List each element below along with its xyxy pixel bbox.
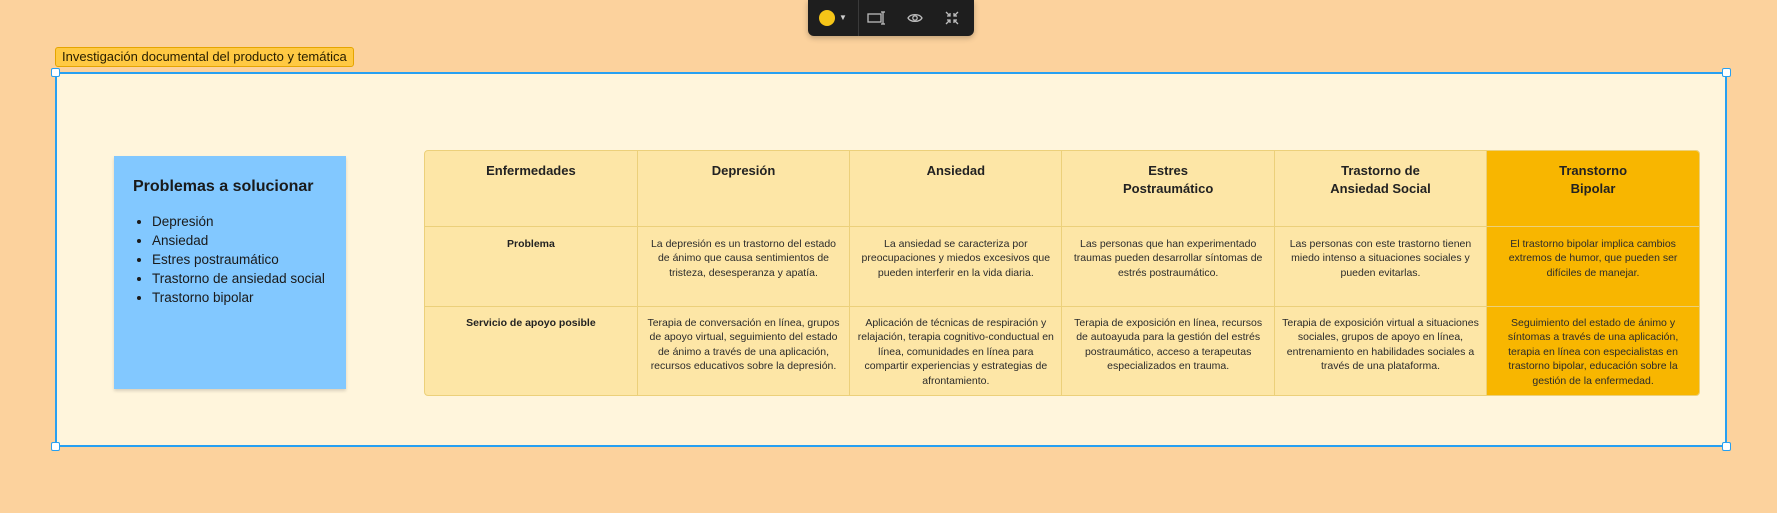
row-label-servicio[interactable]: Servicio de apoyo posible (425, 306, 638, 395)
table-cell[interactable]: Terapia de exposición en línea, recursos… (1061, 306, 1275, 395)
table-cell[interactable]: El trastorno bipolar implica cambios ext… (1486, 226, 1699, 307)
resize-handle-top-right[interactable] (1722, 68, 1731, 77)
eye-icon (906, 13, 923, 23)
table-cell[interactable]: Las personas con este trastorno tienen m… (1274, 226, 1488, 307)
rename-section-button[interactable] (859, 0, 896, 36)
floating-toolbar: ▼ (808, 0, 974, 36)
resize-handle-bottom-left[interactable] (51, 442, 60, 451)
table-cell[interactable]: La ansiedad se caracteriza por preocupac… (849, 226, 1063, 307)
table-cell[interactable]: La depresión es un trastorno del estado … (637, 226, 851, 307)
list-item: Trastorno bipolar (152, 288, 327, 307)
table-row: Servicio de apoyo posible Terapia de con… (425, 306, 1699, 395)
header-cell-enfermedades[interactable]: Enfermedades (425, 151, 638, 227)
toggle-visibility-button[interactable] (896, 0, 933, 36)
header-text: Ansiedad Social (1330, 181, 1431, 196)
table-header-row: Enfermedades Depresión Ansiedad Estres Po… (425, 151, 1699, 227)
header-cell-ansiedad-social[interactable]: Trastorno de Ansiedad Social (1274, 151, 1488, 227)
collapse-section-button[interactable] (933, 0, 970, 36)
header-cell-depresion[interactable]: Depresión (637, 151, 851, 227)
text-rename-icon (866, 11, 885, 25)
research-table[interactable]: Enfermedades Depresión Ansiedad Estres Po… (424, 150, 1700, 396)
header-text: Postraumático (1122, 181, 1214, 196)
header-text: Enfermedades (486, 163, 576, 178)
list-item: Ansiedad (152, 231, 327, 250)
header-text: Transtorno (1559, 163, 1628, 178)
resize-handle-top-left[interactable] (51, 68, 60, 77)
color-swatch-icon (819, 10, 836, 26)
header-cell-bipolar[interactable]: Transtorno Bipolar (1486, 151, 1699, 227)
header-cell-ansiedad[interactable]: Ansiedad (849, 151, 1063, 227)
table-cell[interactable]: Seguimiento del estado de ánimo y síntom… (1486, 306, 1699, 395)
resize-handle-bottom-right[interactable] (1722, 442, 1731, 451)
header-text: Ansiedad (926, 163, 986, 178)
header-text: Trastorno de (1341, 163, 1420, 178)
header-text: Estres (1148, 163, 1189, 178)
problem-list: Depresión Ansiedad Estres postraumático … (133, 212, 327, 307)
header-text: Depresión (711, 163, 776, 178)
sticky-note[interactable]: Problemas a solucionar Depresión Ansieda… (114, 156, 346, 389)
collapse-icon (945, 11, 958, 25)
sticky-title: Problemas a solucionar (133, 178, 314, 195)
row-label-problema[interactable]: Problema (425, 226, 638, 307)
list-item: Estres postraumático (152, 250, 327, 269)
table-row: Problema La depresión es un trastorno de… (425, 226, 1699, 307)
color-picker-button[interactable]: ▼ (808, 0, 858, 36)
header-text: Bipolar (1570, 181, 1616, 196)
table-cell[interactable]: Aplicación de técnicas de respiración y … (849, 306, 1063, 395)
table-cell[interactable]: Terapia de exposición virtual a situacio… (1274, 306, 1488, 395)
section-title-tag[interactable]: Investigación documental del producto y … (55, 47, 354, 67)
chevron-down-icon: ▼ (839, 13, 847, 22)
header-cell-estres[interactable]: Estres Postraumático (1061, 151, 1275, 227)
table-cell[interactable]: Las personas que han experimentado traum… (1061, 226, 1275, 307)
list-item: Trastorno de ansiedad social (152, 269, 327, 288)
list-item: Depresión (152, 212, 327, 231)
table-cell[interactable]: Terapia de conversación en línea, grupos… (637, 306, 851, 395)
